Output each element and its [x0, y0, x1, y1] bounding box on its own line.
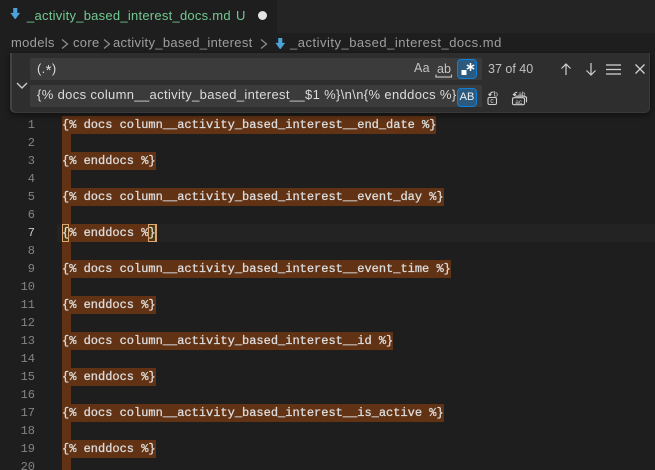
svg-text:ac: ac [515, 98, 523, 105]
svg-text:ab: ab [437, 62, 451, 76]
svg-text:c: c [490, 98, 494, 105]
svg-text:b: b [494, 89, 498, 98]
svg-text:ab: ab [518, 90, 526, 97]
